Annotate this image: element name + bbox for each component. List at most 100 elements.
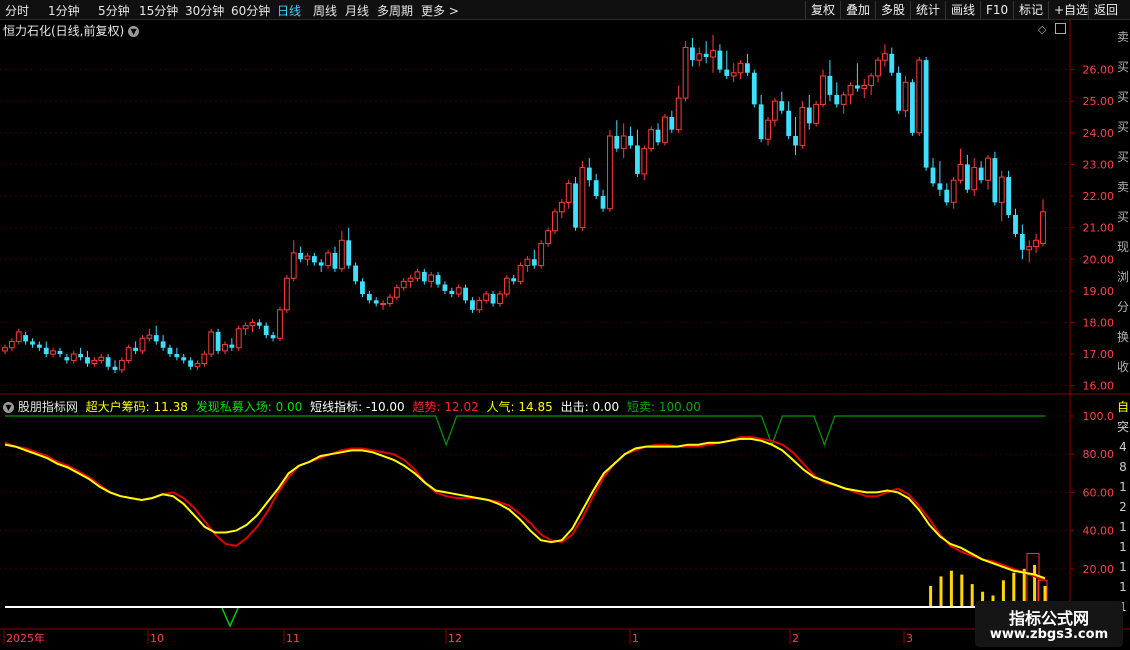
- tab-30min[interactable]: 30分钟: [185, 2, 224, 19]
- candle-body: [834, 94, 840, 105]
- x-axis: 2025年 10 11 12 1 2 3: [3, 630, 913, 645]
- candle-body: [724, 69, 730, 76]
- stock-title-text: 恒力石化(日线,前复权): [3, 24, 125, 38]
- adjust-button[interactable]: 复权: [805, 1, 840, 19]
- candle-body: [194, 363, 201, 368]
- candle-body: [682, 46, 689, 99]
- candle-body: [902, 81, 909, 112]
- chevron-down-icon[interactable]: ▼: [3, 402, 14, 413]
- right-edge-glyph: 1: [1119, 520, 1127, 534]
- candle-body: [57, 350, 63, 355]
- price-tick-label: 26.00: [1083, 64, 1115, 77]
- candle-body: [85, 357, 90, 364]
- x-tick-label: 12: [448, 632, 462, 645]
- back-button[interactable]: 返回: [1088, 1, 1123, 19]
- candle-body: [517, 265, 524, 282]
- candle-body: [600, 196, 606, 209]
- candle-body: [160, 341, 166, 348]
- maximize-icon[interactable]: [1055, 23, 1066, 34]
- right-edge-glyph: 突: [1116, 420, 1129, 434]
- candle-body: [503, 277, 510, 295]
- diamond-icon[interactable]: ◇: [1038, 23, 1046, 36]
- chip-bar: [970, 584, 974, 607]
- candle-body: [78, 354, 84, 358]
- right-edge-glyph: 买: [1116, 60, 1129, 74]
- candle-body: [909, 82, 915, 133]
- candle-body: [153, 335, 159, 342]
- candle-body: [283, 277, 290, 311]
- chevron-down-icon[interactable]: ▼: [128, 26, 140, 37]
- candle-body: [710, 50, 716, 58]
- candlestick-chart[interactable]: 26.00 25.00 24.00 23.00 22.00 21.00 20.00 19.00…: [0, 20, 1130, 395]
- candle-body: [648, 129, 655, 150]
- candle-body: [944, 189, 950, 203]
- candle-body: [421, 271, 427, 282]
- candle-body: [861, 84, 868, 90]
- candle-body: [675, 97, 682, 131]
- tab-15min[interactable]: 15分钟: [139, 2, 178, 19]
- tab-60min[interactable]: 60分钟: [231, 2, 270, 19]
- candle-body: [717, 50, 723, 70]
- candle-body: [847, 84, 854, 96]
- right-edge-glyph: 自: [1116, 400, 1129, 414]
- readout-short-term: 短线指标: -10.00: [310, 400, 405, 414]
- candle-body: [875, 59, 881, 77]
- candle-body: [820, 75, 826, 105]
- chip-bar: [960, 574, 964, 607]
- candle-body: [476, 299, 483, 311]
- candle-body: [806, 107, 812, 124]
- candle-body: [242, 325, 249, 330]
- candle-body: [304, 255, 311, 260]
- tab-weekly[interactable]: 周线: [313, 2, 337, 19]
- candle-body: [146, 334, 153, 339]
- tab-more[interactable]: 更多 >: [421, 2, 459, 19]
- candle-body: [373, 300, 379, 304]
- candle-body: [50, 350, 57, 355]
- stats-button[interactable]: 统计: [910, 1, 945, 19]
- overlay-button[interactable]: 叠加: [840, 1, 875, 19]
- add-watchlist-button[interactable]: +自选: [1048, 1, 1093, 19]
- f10-button[interactable]: F10: [980, 1, 1013, 19]
- candle-body: [524, 258, 531, 267]
- candle-body: [380, 303, 386, 305]
- tab-5min[interactable]: 5分钟: [98, 2, 130, 19]
- chip-bar: [939, 576, 943, 607]
- candle-body: [854, 85, 860, 89]
- right-edge-glyph: 卖: [1116, 180, 1129, 194]
- candle-body: [43, 347, 49, 355]
- candle-body: [593, 180, 599, 197]
- candle-body: [346, 240, 352, 266]
- candle-body: [1019, 233, 1025, 250]
- candle-body: [669, 117, 675, 130]
- candle-body: [745, 63, 750, 73]
- chip-bar: [949, 570, 953, 607]
- tab-intraday[interactable]: 分时: [5, 2, 29, 19]
- x-tick-label: 2025年: [6, 631, 45, 645]
- candle-body: [655, 129, 661, 143]
- candle-body: [662, 116, 668, 143]
- candle-body: [325, 252, 331, 267]
- draw-line-button[interactable]: 画线: [945, 1, 980, 19]
- price-tick-label: 20.00: [1083, 253, 1115, 266]
- indicator-chart[interactable]: 100.0 80.00 60.00 40.00 20.00: [0, 395, 1130, 630]
- tab-1min[interactable]: 1分钟: [48, 2, 80, 19]
- candle-body: [263, 325, 269, 336]
- tab-multi-period[interactable]: 多周期: [377, 2, 413, 19]
- candle-body: [531, 259, 537, 266]
- candle-body: [332, 252, 338, 269]
- candle-body: [586, 167, 592, 181]
- price-tick-label: 23.00: [1083, 158, 1115, 171]
- mark-button[interactable]: 标记: [1013, 1, 1048, 19]
- candle-body: [737, 62, 744, 74]
- value-tick-label: 20.00: [1083, 563, 1115, 576]
- candle-body: [1033, 239, 1040, 248]
- multi-stock-button[interactable]: 多股: [875, 1, 910, 19]
- candle-body: [91, 359, 98, 365]
- candle-body: [483, 293, 490, 301]
- candle-body: [64, 357, 70, 361]
- tab-daily[interactable]: 日线: [277, 2, 301, 19]
- candle-body: [298, 252, 303, 260]
- tab-monthly[interactable]: 月线: [345, 2, 369, 19]
- candle-body: [635, 145, 640, 174]
- candle-body: [463, 287, 468, 301]
